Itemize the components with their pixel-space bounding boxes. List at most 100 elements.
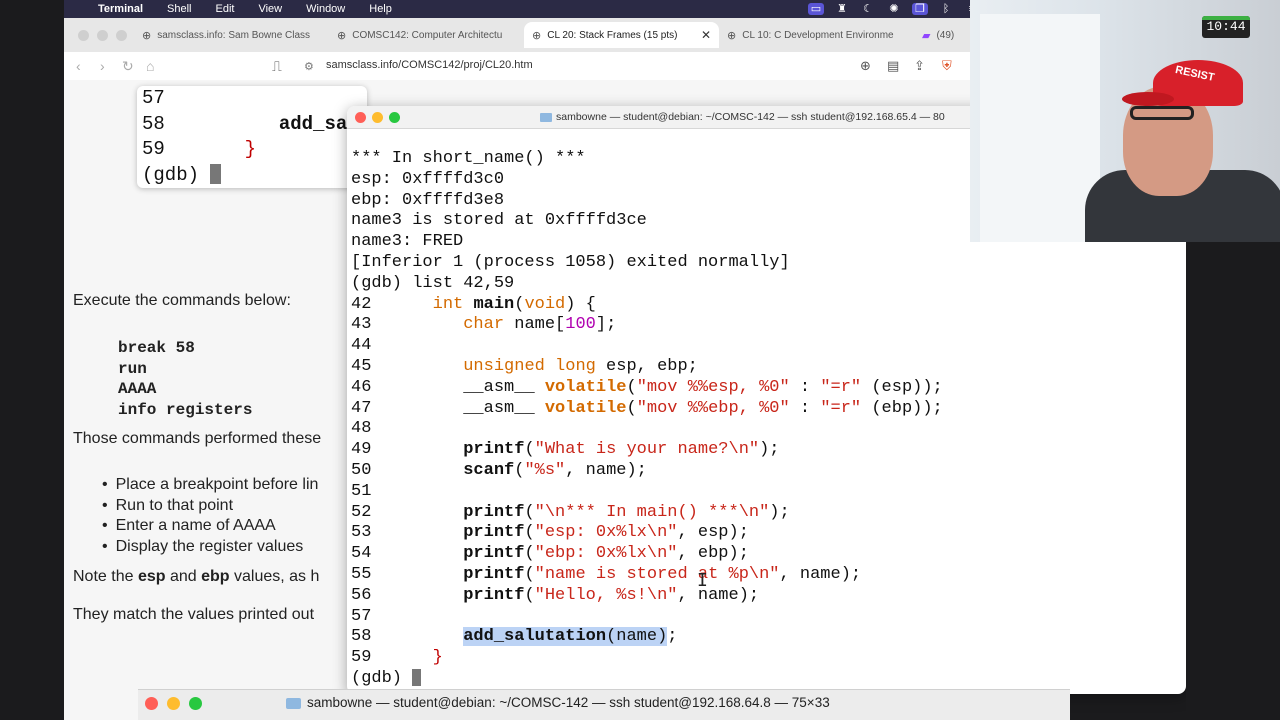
- output-line: ebp: 0xffffd3e8: [351, 190, 505, 210]
- code-line: 50 scanf("%s", name);: [351, 460, 647, 480]
- commands-performed-text: Those commands performed these: [73, 430, 322, 447]
- menu-edit[interactable]: Edit: [204, 3, 247, 15]
- twitch-icon: ▰: [922, 29, 931, 42]
- bookmark-icon[interactable]: ⎍: [272, 58, 282, 75]
- command-list: break 58 run AAAA info registers: [118, 338, 252, 420]
- address-bar[interactable]: samsclass.info/COMSC142/proj/CL20.htm: [326, 59, 533, 71]
- tab-twitch[interactable]: ▰ (49): [914, 22, 964, 48]
- text-cursor: [412, 668, 422, 686]
- code-line: 49 printf("What is your name?\n");: [351, 440, 780, 460]
- terminal-title: sambowne — student@debian: ~/COMSC-142 —…: [540, 111, 945, 123]
- globe-icon: ⊕: [142, 29, 152, 42]
- zoom-window-button[interactable]: [389, 112, 400, 123]
- zoom-window-button[interactable]: [116, 29, 127, 41]
- steps-list: Place a breakpoint before lin Run to tha…: [102, 475, 319, 558]
- tab-label: (49): [936, 29, 955, 41]
- command-item: break 58: [118, 339, 195, 357]
- reader-icon[interactable]: ▤: [887, 58, 899, 74]
- browser-toolbar: ‹ › ↻ ⌂ ⎍ ⚙ samsclass.info/COMSC142/proj…: [64, 52, 974, 80]
- menu-window[interactable]: Window: [294, 3, 357, 15]
- close-window-button[interactable]: [78, 29, 89, 41]
- tab-cl20-active[interactable]: ⊕ CL 20: Stack Frames (15 pts) ✕: [524, 22, 719, 48]
- command-item: run: [118, 359, 147, 378]
- menu-app-name[interactable]: Terminal: [86, 3, 155, 15]
- minimize-window-button[interactable]: [97, 29, 108, 41]
- second-terminal-window[interactable]: sambowne — student@debian: ~/COMSC-142 —…: [138, 689, 1070, 720]
- back-icon[interactable]: ‹: [76, 58, 81, 74]
- code-line: 48: [351, 419, 372, 439]
- moon-icon[interactable]: ☾: [860, 3, 876, 15]
- code-line: 53 printf("esp: 0x%lx\n", esp);: [351, 523, 749, 543]
- brave-shield-icon[interactable]: ⛨: [942, 58, 952, 74]
- execute-instructions: Execute the commands below:: [73, 292, 291, 309]
- close-window-button[interactable]: [145, 697, 158, 710]
- tab-comsc142[interactable]: ⊕ COMSC142: Computer Architectu: [329, 22, 524, 48]
- code-line: 58 add_sa: [142, 112, 348, 135]
- code-line: 57: [142, 87, 165, 109]
- tab-label: COMSC142: Computer Architectu: [352, 29, 503, 41]
- code-line: 59 }: [351, 648, 443, 668]
- forward-icon[interactable]: ›: [100, 58, 105, 74]
- menu-help[interactable]: Help: [357, 3, 404, 15]
- zoom-window-button[interactable]: [189, 697, 202, 710]
- tab-cl10[interactable]: ⊕ CL 10: C Development Environme: [719, 22, 914, 48]
- close-tab-icon[interactable]: ✕: [701, 28, 711, 42]
- clock-display: 10:44: [1202, 16, 1250, 38]
- menubar-status-area: ▭ ♜ ☾ ✺ ❐ ᛒ ≡: [808, 0, 980, 18]
- globe-icon: ⊕: [337, 29, 347, 42]
- close-window-button[interactable]: [355, 112, 366, 123]
- globe-icon: ⊕: [727, 29, 737, 42]
- menu-shell[interactable]: Shell: [155, 3, 203, 15]
- match-text: They match the values printed out: [73, 606, 315, 623]
- code-line: 59 }: [142, 138, 257, 160]
- command-item: AAAA: [118, 380, 157, 398]
- minimize-window-button[interactable]: [372, 112, 383, 123]
- folder-icon: [540, 112, 552, 122]
- glasses: [1130, 106, 1194, 120]
- text-cursor: [210, 164, 222, 185]
- toolbox-icon[interactable]: ♜: [834, 3, 850, 15]
- desktop-left-edge: [0, 0, 64, 720]
- command-item: info registers: [118, 400, 253, 419]
- site-info-icon[interactable]: ⚙: [304, 60, 314, 73]
- ibeam-cursor-icon: I: [697, 570, 708, 591]
- tab-label: CL 10: C Development Environme: [742, 29, 894, 41]
- reload-icon[interactable]: ↻: [122, 58, 134, 75]
- bluetooth-icon[interactable]: ᛒ: [938, 3, 954, 15]
- output-line: *** In short_name() ***: [351, 149, 586, 168]
- gdb-command-line: (gdb) list 42,59: [351, 273, 515, 293]
- brightness-icon[interactable]: ✺: [886, 3, 902, 15]
- code-line: 56 printf("Hello, %s!\n", name);: [351, 585, 760, 605]
- window-switch-icon[interactable]: ❐: [912, 3, 928, 15]
- tab-label: samsclass.info: Sam Bowne Class: [157, 29, 311, 41]
- output-line: esp: 0xffffd3c0: [351, 169, 505, 189]
- zoom-icon[interactable]: ⊕: [860, 58, 871, 74]
- code-line: 46 __asm__ volatile("mov %%esp, %0" : "=…: [351, 377, 943, 397]
- browser-window-controls: [64, 29, 134, 41]
- minimize-window-button[interactable]: [167, 697, 180, 710]
- browser-tab-bar: ⊕ samsclass.info: Sam Bowne Class ⊕ COMS…: [64, 18, 974, 52]
- gdb-prompt[interactable]: (gdb): [351, 669, 943, 690]
- webcam-overlay: RESIST 10:44: [970, 0, 1280, 242]
- folder-icon: [286, 697, 301, 709]
- share-icon[interactable]: ⇪: [914, 58, 925, 74]
- globe-icon: ⊕: [532, 29, 542, 42]
- code-line: 51: [351, 481, 372, 501]
- tab-samsclass[interactable]: ⊕ samsclass.info: Sam Bowne Class: [134, 22, 329, 48]
- code-line: 44: [351, 336, 372, 356]
- home-icon[interactable]: ⌂: [146, 58, 154, 74]
- desktop-right-edge: [1186, 242, 1280, 720]
- code-line-highlighted: 58 add_salutation(name);: [351, 627, 678, 647]
- terminal2-title: sambowne — student@debian: ~/COMSC-142 —…: [286, 695, 830, 710]
- output-line: [Inferior 1 (process 1058) exited normal…: [351, 252, 790, 272]
- terminal-output: *** In short_name() *** esp: 0xffffd3c0 …: [351, 149, 943, 690]
- cap-brim: [1122, 92, 1174, 106]
- background-gdb-window[interactable]: 57 58 add_sa 59 } (gdb): [137, 86, 367, 188]
- code-line: 45 unsigned long esp, ebp;: [351, 356, 698, 376]
- menu-view[interactable]: View: [246, 3, 294, 15]
- list-item: Enter a name of AAAA: [102, 516, 318, 537]
- list-item: Place a breakpoint before lin: [102, 475, 319, 496]
- screen-record-icon[interactable]: ▭: [808, 3, 824, 15]
- list-item: Display the register values: [102, 537, 318, 558]
- code-line: 54 printf("ebp: 0x%lx\n", ebp);: [351, 544, 749, 564]
